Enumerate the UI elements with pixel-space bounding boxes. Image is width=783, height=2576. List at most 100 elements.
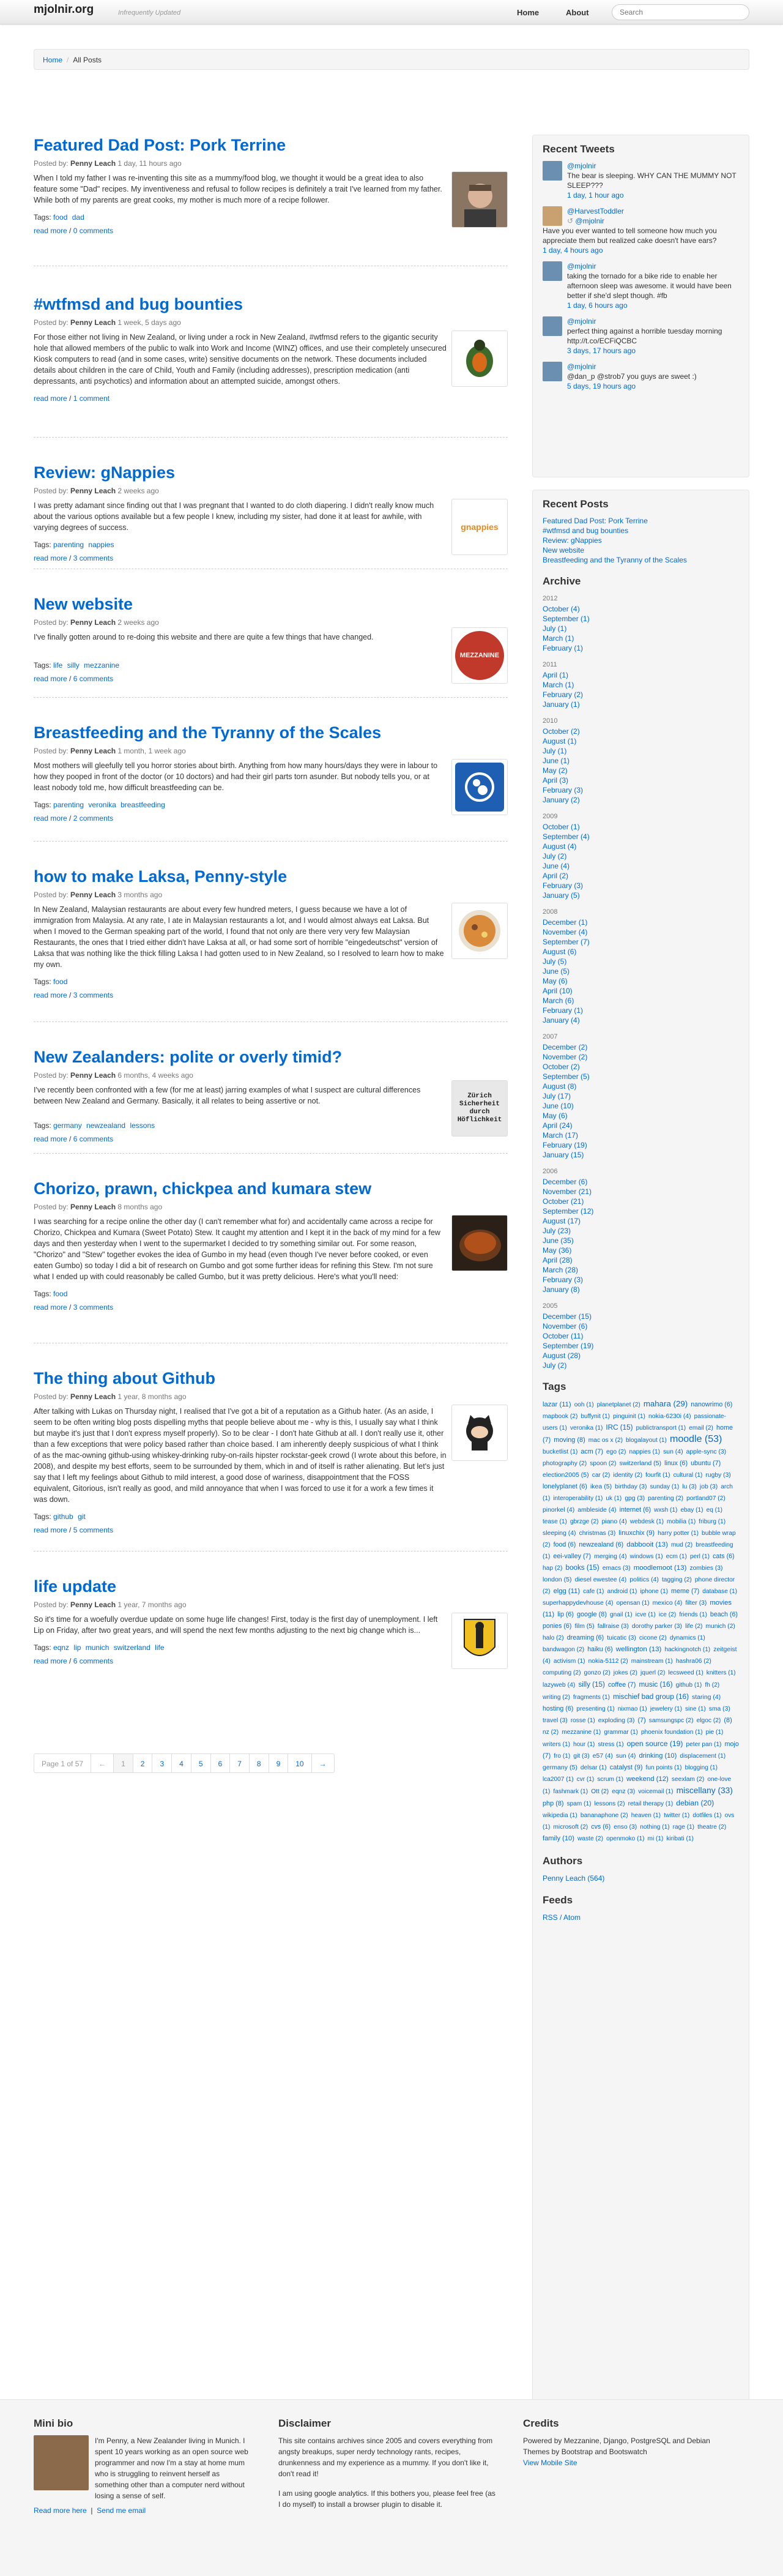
post-title[interactable]: Review: gNappies (34, 463, 175, 482)
tag-cloud-link[interactable]: delsar (1) (581, 1764, 607, 1771)
tag-cloud-link[interactable]: open source (19) (627, 1739, 683, 1748)
comments-link[interactable]: 3 comments (73, 554, 113, 562)
archive-month-link[interactable]: August (17) (543, 1216, 739, 1226)
tag-cloud-link[interactable]: php (8) (543, 1800, 564, 1807)
tag-cloud-link[interactable]: identity (2) (613, 1472, 642, 1479)
tag-cloud-link[interactable]: merging (4) (594, 1553, 626, 1560)
tag-cloud-link[interactable]: parenting (2) (648, 1495, 683, 1502)
tag-cloud-link[interactable]: blogging (1) (685, 1764, 718, 1771)
post-thumbnail[interactable] (451, 330, 508, 387)
tag-cloud-link[interactable]: weekend (12) (626, 1775, 669, 1783)
archive-month-link[interactable]: July (17) (543, 1091, 739, 1101)
tag-link[interactable]: germany (53, 1121, 82, 1130)
read-more-link[interactable]: read more (34, 1303, 67, 1312)
tag-cloud-link[interactable]: ponies (6) (543, 1622, 571, 1630)
tag-cloud-link[interactable]: spam (1) (567, 1801, 592, 1807)
tag-cloud-link[interactable]: hackingnotch (1) (664, 1646, 710, 1653)
read-more-bio-link[interactable]: Read more here (34, 2506, 87, 2515)
tag-cloud-link[interactable]: piano (4) (602, 1518, 627, 1525)
author-link[interactable]: Penny Leach (564) (543, 1874, 604, 1883)
tag-cloud-link[interactable]: spoon (2) (590, 1460, 616, 1467)
archive-month-link[interactable]: February (2) (543, 690, 739, 700)
tag-cloud-link[interactable]: writing (2) (543, 1694, 570, 1701)
tag-link[interactable]: life (53, 661, 62, 670)
archive-month-link[interactable]: August (1) (543, 736, 739, 746)
tag-cloud-link[interactable]: family (10) (543, 1835, 574, 1842)
tag-cloud-link[interactable]: nokia-5112 (2) (588, 1658, 628, 1665)
tag-cloud-link[interactable]: moving (8) (554, 1436, 585, 1444)
tag-cloud-link[interactable]: waste (2) (577, 1835, 603, 1842)
tag-cloud-link[interactable]: uk (1) (606, 1495, 622, 1502)
tag-cloud-link[interactable]: ambleside (4) (577, 1507, 616, 1514)
archive-month-link[interactable]: November (4) (543, 927, 739, 937)
tag-cloud-link[interactable]: hap (2) (543, 1565, 562, 1572)
tag-cloud-link[interactable]: cultural (1) (674, 1472, 703, 1479)
tag-cloud-link[interactable]: fh (2) (705, 1682, 719, 1689)
archive-month-link[interactable]: January (5) (543, 890, 739, 900)
tag-cloud-link[interactable]: drinking (10) (639, 1752, 677, 1760)
tag-cloud-link[interactable]: twitter (1) (664, 1812, 689, 1819)
archive-month-link[interactable]: August (6) (543, 947, 739, 957)
tag-cloud-link[interactable]: elgoc (2) (697, 1717, 721, 1724)
tag-link[interactable]: munich (86, 1643, 109, 1652)
archive-month-link[interactable]: March (1) (543, 680, 739, 690)
recent-post-link[interactable]: Review: gNappies (543, 536, 739, 545)
archive-month-link[interactable]: December (1) (543, 917, 739, 927)
tag-cloud-link[interactable]: computing (2) (543, 1670, 581, 1676)
archive-month-link[interactable]: September (12) (543, 1206, 739, 1216)
archive-month-link[interactable]: January (4) (543, 1015, 739, 1025)
tweet-time[interactable]: 1 day, 6 hours ago (567, 301, 628, 310)
tag-cloud-link[interactable]: opensan (1) (617, 1600, 650, 1607)
tag-cloud-link[interactable]: exploding (3) (598, 1717, 635, 1724)
tag-cloud-link[interactable]: cvs (6) (591, 1823, 610, 1831)
page-link[interactable]: 7 (230, 1754, 250, 1772)
tag-cloud-link[interactable]: mexico (4) (653, 1600, 683, 1607)
tag-cloud-link[interactable]: books (15) (565, 1564, 599, 1572)
tag-cloud-link[interactable]: mobilia (1) (667, 1518, 696, 1525)
archive-month-link[interactable]: May (6) (543, 1111, 739, 1121)
search-input[interactable] (612, 4, 749, 20)
comments-link[interactable]: 1 comment (73, 394, 109, 403)
next-page-button[interactable]: → (312, 1754, 334, 1772)
tag-cloud-link[interactable]: miscellany (33) (677, 1786, 733, 1795)
tag-cloud-link[interactable]: ego (2) (606, 1449, 626, 1455)
tag-cloud-link[interactable]: cicone (2) (639, 1635, 667, 1641)
tag-cloud-link[interactable]: nappies (1) (629, 1449, 660, 1455)
tag-cloud-link[interactable]: wikipedia (1) (543, 1812, 577, 1819)
email-link[interactable]: Send me email (97, 2506, 146, 2515)
tag-cloud-link[interactable]: tagging (2) (662, 1577, 692, 1583)
tag-cloud-link[interactable]: debian (20) (676, 1799, 714, 1807)
tag-cloud-link[interactable]: portland07 (2) (686, 1495, 725, 1502)
tag-cloud-link[interactable]: diesel ewestee (4) (575, 1577, 627, 1583)
tag-cloud-link[interactable]: sun (4) (663, 1449, 683, 1455)
tag-cloud-link[interactable]: interoperability (1) (553, 1495, 603, 1502)
tag-cloud-link[interactable]: gbrzge (2) (570, 1518, 599, 1525)
post-thumbnail[interactable] (451, 171, 508, 228)
tweet-user[interactable]: @mjolnir (567, 317, 596, 326)
tag-cloud-link[interactable]: dreaming (6) (567, 1634, 604, 1641)
tag-link[interactable]: lessons (130, 1121, 155, 1130)
tag-cloud-link[interactable]: retail therapy (1) (628, 1801, 674, 1807)
tag-cloud-link[interactable]: heaven (1) (631, 1812, 661, 1819)
page-link[interactable]: 5 (191, 1754, 211, 1772)
tag-cloud-link[interactable]: ice (2) (659, 1611, 676, 1618)
tag-link[interactable]: parenting (53, 540, 84, 549)
tag-cloud-link[interactable]: lip (6) (557, 1611, 574, 1618)
page-link[interactable]: 6 (211, 1754, 231, 1772)
archive-month-link[interactable]: February (1) (543, 643, 739, 653)
archive-month-link[interactable]: October (2) (543, 1062, 739, 1072)
archive-month-link[interactable]: June (10) (543, 1101, 739, 1111)
mobile-site-link[interactable]: View Mobile Site (523, 2458, 577, 2467)
tag-cloud-link[interactable]: harry potter (1) (658, 1530, 699, 1537)
read-more-link[interactable]: read more (34, 814, 67, 823)
page-link[interactable]: 3 (152, 1754, 173, 1772)
tag-cloud-link[interactable]: zombies (3) (690, 1565, 723, 1572)
tag-cloud-link[interactable]: fro (1) (554, 1753, 570, 1760)
tag-cloud-link[interactable]: phoenix foundation (1) (641, 1729, 703, 1736)
tag-cloud-link[interactable]: ebay (1) (680, 1507, 703, 1514)
tag-link[interactable]: food (53, 1290, 67, 1298)
tag-cloud-link[interactable]: writers (1) (543, 1741, 570, 1748)
tag-cloud-link[interactable]: fourfit (1) (645, 1472, 670, 1479)
tag-cloud-link[interactable]: mezzanine (1) (562, 1729, 601, 1736)
archive-month-link[interactable]: July (2) (543, 851, 739, 861)
